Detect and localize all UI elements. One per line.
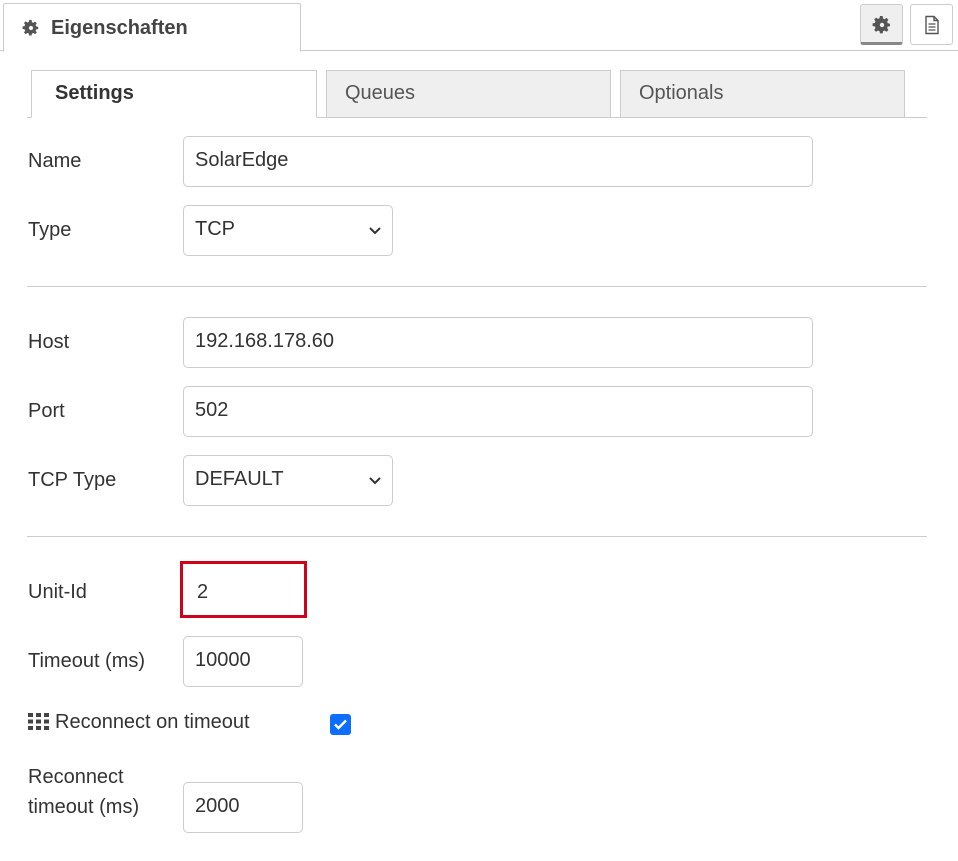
- panel-header: Eigenschaften: [0, 0, 958, 52]
- reconnect-timeout-input[interactable]: 2000: [183, 782, 303, 833]
- host-label: Host: [28, 331, 70, 353]
- section-divider: [27, 536, 927, 537]
- host-input[interactable]: 192.168.178.60: [183, 317, 813, 368]
- tab-queues[interactable]: Queues: [326, 70, 611, 118]
- properties-tab[interactable]: Eigenschaften: [3, 3, 301, 52]
- gear-icon: [22, 19, 39, 36]
- grid-icon: [28, 713, 49, 730]
- description-view-button[interactable]: [910, 4, 953, 45]
- timeout-label: Timeout (ms): [28, 650, 146, 672]
- settings-view-button[interactable]: [860, 4, 903, 45]
- timeout-input[interactable]: 10000: [183, 636, 303, 687]
- reconnect-label: Reconnect on timeout: [55, 711, 250, 733]
- reconnect-checkbox[interactable]: [330, 714, 351, 735]
- type-label: Type: [28, 219, 72, 241]
- section-divider: [27, 286, 927, 287]
- settings-tabs: Settings Queues Optionals: [27, 70, 927, 118]
- unit-id-highlight: [180, 561, 307, 618]
- document-icon: [925, 15, 939, 35]
- gear-icon: [872, 16, 890, 34]
- name-label: Name: [28, 150, 82, 172]
- name-input[interactable]: SolarEdge: [183, 136, 813, 187]
- port-input[interactable]: 502: [183, 386, 813, 437]
- tcp-type-label: TCP Type: [28, 469, 117, 491]
- type-select[interactable]: TCP: [183, 205, 393, 256]
- reconnect-timeout-label-line2: timeout (ms): [28, 796, 140, 818]
- reconnect-timeout-label-line1: Reconnect: [28, 766, 124, 788]
- tcp-type-select[interactable]: DEFAULT: [183, 455, 393, 506]
- tab-settings[interactable]: Settings: [31, 70, 317, 118]
- port-label: Port: [28, 400, 65, 422]
- checkmark-icon: [334, 719, 347, 730]
- chevron-down-icon: [369, 477, 381, 485]
- tab-optionals[interactable]: Optionals: [620, 70, 905, 118]
- tcp-type-select-value: DEFAULT: [195, 468, 284, 490]
- panel-title: Eigenschaften: [51, 17, 188, 39]
- type-select-value: TCP: [195, 218, 235, 240]
- chevron-down-icon: [369, 227, 381, 235]
- unit-id-label: Unit-Id: [28, 581, 87, 603]
